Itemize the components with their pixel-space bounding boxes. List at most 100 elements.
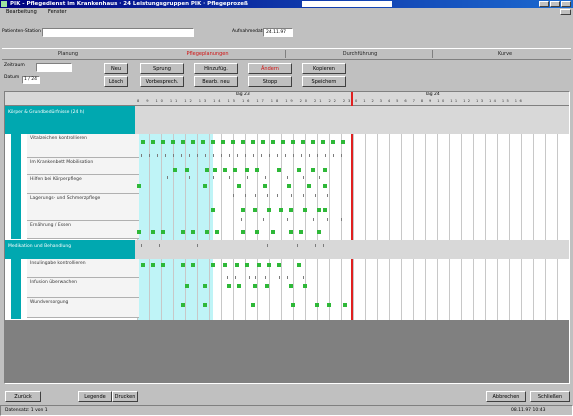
schedule-marker[interactable] xyxy=(235,263,239,267)
schedule-marker[interactable] xyxy=(279,208,283,212)
schedule-marker[interactable] xyxy=(265,284,269,288)
row-label[interactable]: Insulingabe kontrollieren xyxy=(27,259,139,278)
schedule-marker[interactable] xyxy=(237,184,241,188)
schedule-marker[interactable] xyxy=(241,230,245,234)
cancel-button[interactable]: Abbrechen xyxy=(486,391,526,402)
schedule-marker[interactable] xyxy=(289,208,293,212)
prebriefing-button[interactable]: Vorbesprech. xyxy=(140,76,184,87)
schedule-marker[interactable] xyxy=(181,230,185,234)
schedule-marker[interactable] xyxy=(323,168,327,172)
schedule-marker[interactable] xyxy=(303,208,307,212)
tab-planung[interactable]: Planung xyxy=(8,50,128,58)
schedule-marker[interactable] xyxy=(307,184,311,188)
schedule-marker[interactable] xyxy=(223,168,227,172)
schedule-marker[interactable] xyxy=(341,140,345,144)
legend-button[interactable]: Legende xyxy=(78,391,112,402)
schedule-marker[interactable] xyxy=(303,284,307,288)
schedule-marker[interactable] xyxy=(263,184,267,188)
schedule-marker[interactable] xyxy=(255,168,259,172)
back-button[interactable]: Zurück xyxy=(5,391,41,402)
schedule-marker[interactable] xyxy=(181,263,185,267)
schedule-marker[interactable] xyxy=(223,263,227,267)
schedule-marker[interactable] xyxy=(205,168,209,172)
schedule-marker[interactable] xyxy=(203,303,207,307)
delete-button[interactable]: Lösch xyxy=(104,76,128,87)
schedule-marker[interactable] xyxy=(327,303,331,307)
schedule-marker[interactable] xyxy=(311,168,315,172)
admission-date-input[interactable]: 24.11.97 xyxy=(263,28,293,37)
schedule-marker[interactable] xyxy=(253,284,257,288)
schedule-marker[interactable] xyxy=(315,303,319,307)
schedule-marker[interactable] xyxy=(211,208,215,212)
schedule-marker[interactable] xyxy=(343,303,347,307)
schedule-marker[interactable] xyxy=(151,140,155,144)
schedule-marker[interactable] xyxy=(191,263,195,267)
schedule-marker[interactable] xyxy=(173,168,177,172)
datum-input[interactable]: 1 / 24 xyxy=(22,76,40,84)
schedule-marker[interactable] xyxy=(255,230,259,234)
schedule-marker[interactable] xyxy=(161,263,165,267)
menu-bearbeitung[interactable]: Bearbeitung xyxy=(6,8,37,16)
schedule-marker[interactable] xyxy=(301,140,305,144)
schedule-marker[interactable] xyxy=(267,263,271,267)
edit-new-button[interactable]: Bearb. neu xyxy=(194,76,238,87)
schedule-marker[interactable] xyxy=(137,230,141,234)
schedule-marker[interactable] xyxy=(253,208,257,212)
close-window-button[interactable]: Schließen xyxy=(530,391,570,402)
schedule-marker[interactable] xyxy=(289,284,293,288)
schedule-marker[interactable] xyxy=(317,230,321,234)
schedule-marker[interactable] xyxy=(297,168,301,172)
schedule-marker[interactable] xyxy=(181,303,185,307)
row-label[interactable]: Vitalzeichen kontrollieren xyxy=(27,134,139,158)
schedule-marker[interactable] xyxy=(161,140,165,144)
save-button[interactable]: Speichern xyxy=(302,76,346,87)
schedule-marker[interactable] xyxy=(289,230,293,234)
schedule-marker[interactable] xyxy=(299,230,303,234)
schedule-marker[interactable] xyxy=(191,140,195,144)
schedule-marker[interactable] xyxy=(227,284,231,288)
row-label[interactable]: Lagerungs- und Schmerzpflege xyxy=(27,194,139,221)
schedule-marker[interactable] xyxy=(261,140,265,144)
restore-button[interactable] xyxy=(560,9,571,15)
row-label[interactable]: Im Krankenbett Mobilisation xyxy=(27,158,139,175)
schedule-marker[interactable] xyxy=(241,208,245,212)
schedule-marker[interactable] xyxy=(271,140,275,144)
row-label[interactable]: Wundversorgung xyxy=(27,298,139,318)
menu-fenster[interactable]: Fenster xyxy=(48,8,67,16)
schedule-marker[interactable] xyxy=(245,263,249,267)
schedule-marker[interactable] xyxy=(233,168,237,172)
schedule-marker[interactable] xyxy=(161,230,165,234)
row-label[interactable]: Infusion überwachen xyxy=(27,278,139,298)
schedule-marker[interactable] xyxy=(297,263,301,267)
jump-button[interactable]: Sprung xyxy=(140,63,184,74)
copy-button[interactable]: Kopieren xyxy=(302,63,346,74)
edit-button[interactable]: Ändern xyxy=(248,63,292,74)
schedule-marker[interactable] xyxy=(287,184,291,188)
schedule-marker[interactable] xyxy=(181,140,185,144)
schedule-marker[interactable] xyxy=(213,168,217,172)
schedule-marker[interactable] xyxy=(331,140,335,144)
schedule-marker[interactable] xyxy=(277,263,281,267)
schedule-marker[interactable] xyxy=(291,140,295,144)
schedule-marker[interactable] xyxy=(151,263,155,267)
schedule-marker[interactable] xyxy=(245,168,249,172)
schedule-marker[interactable] xyxy=(151,230,155,234)
minimize-button[interactable] xyxy=(539,1,549,7)
zeitraum-input[interactable] xyxy=(36,63,72,72)
schedule-marker[interactable] xyxy=(311,140,315,144)
schedule-marker[interactable] xyxy=(185,284,189,288)
schedule-marker[interactable] xyxy=(257,263,261,267)
schedule-marker[interactable] xyxy=(241,140,245,144)
schedule-marker[interactable] xyxy=(221,140,225,144)
schedule-marker[interactable] xyxy=(171,140,175,144)
tab-durchfuehrung[interactable]: Durchführung xyxy=(300,50,420,58)
tab-pflegeplanungen[interactable]: Pflegeplanungen xyxy=(140,50,275,58)
schedule-marker[interactable] xyxy=(191,230,195,234)
schedule-marker[interactable] xyxy=(267,208,271,212)
schedule-marker[interactable] xyxy=(323,184,327,188)
schedule-marker[interactable] xyxy=(317,208,321,212)
schedule-marker[interactable] xyxy=(237,284,241,288)
stop-button[interactable]: Stopp xyxy=(248,76,292,87)
station-input[interactable] xyxy=(42,28,194,37)
schedule-marker[interactable] xyxy=(215,230,219,234)
